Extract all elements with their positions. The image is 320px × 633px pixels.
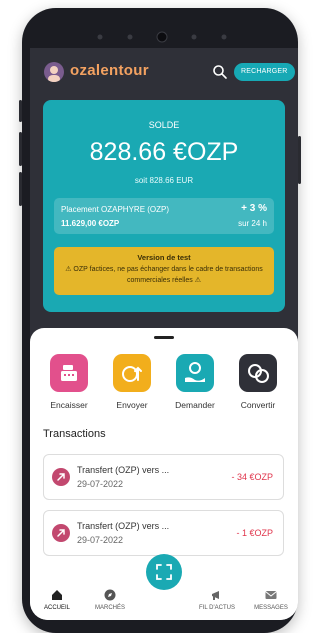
transaction-row[interactable]: Transfert (OZP) vers ... 29-07-2022 - 34… bbox=[43, 454, 284, 500]
nav-label: FIL D'ACTUS bbox=[199, 605, 235, 611]
power-button bbox=[298, 136, 301, 184]
transfer-icon bbox=[52, 468, 70, 486]
transaction-date: 29-07-2022 bbox=[77, 479, 124, 489]
balance-value: 828.66 €OZP bbox=[89, 138, 239, 166]
placement-rate: + 3 % bbox=[241, 203, 267, 214]
nav-messages[interactable]: MESSAGES bbox=[244, 588, 298, 611]
volume-button bbox=[19, 172, 22, 206]
transaction-row[interactable]: Transfert (OZP) vers ... 29-07-2022 - 1 … bbox=[43, 510, 284, 556]
convert-icon bbox=[239, 354, 277, 392]
quick-actions: Encaisser Envoyer Demander Convertir bbox=[30, 354, 298, 414]
convertir-label: Convertir bbox=[240, 400, 276, 410]
placement-amount: 11.629,00 €OZP bbox=[61, 219, 120, 228]
recharge-button[interactable]: RECHARGER bbox=[234, 63, 295, 81]
balance-eur-equivalent: soit 828.66 EUR bbox=[134, 176, 194, 185]
qr-scan-icon bbox=[156, 564, 172, 580]
transaction-amount: - 1 €OZP bbox=[236, 528, 273, 538]
cash-register-icon bbox=[50, 354, 88, 392]
transactions-title: Transactions bbox=[43, 428, 106, 440]
balance-label: SOLDE bbox=[148, 120, 180, 130]
envoyer-button[interactable]: Envoyer bbox=[102, 354, 162, 414]
nav-label: ACCUEIL bbox=[43, 605, 70, 611]
avatar[interactable] bbox=[44, 62, 64, 82]
home-icon bbox=[52, 590, 62, 600]
nav-label: MARCHÉS bbox=[94, 605, 125, 611]
warning-text: ⚠ OZP factices, ne pas échanger dans le … bbox=[65, 266, 263, 284]
send-coin-icon bbox=[113, 354, 151, 392]
demander-button[interactable]: Demander bbox=[165, 354, 225, 414]
encaisser-button[interactable]: Encaisser bbox=[39, 354, 99, 414]
transaction-name: Transfert (OZP) vers ... bbox=[77, 465, 170, 475]
volume-button bbox=[19, 132, 22, 166]
search-icon[interactable] bbox=[212, 64, 228, 80]
convertir-button[interactable]: Convertir bbox=[228, 354, 288, 414]
balance-card: SOLDE 828.66 €OZP soit 828.66 EUR Placem… bbox=[43, 100, 285, 312]
nav-accueil[interactable]: ACCUEIL bbox=[30, 588, 84, 611]
app-logo: ozalentour bbox=[70, 62, 149, 79]
nav-fil-actus[interactable]: FIL D'ACTUS bbox=[190, 588, 244, 611]
test-version-warning: Version de test ⚠ OZP factices, ne pas é… bbox=[54, 247, 274, 295]
megaphone-icon bbox=[212, 591, 219, 600]
transaction-name: Transfert (OZP) vers ... bbox=[77, 521, 170, 531]
placement-period: sur 24 h bbox=[238, 219, 267, 228]
compass-icon bbox=[104, 589, 116, 601]
placement-card[interactable]: Placement OZAPHYRE (OZP) 11.629,00 €OZP … bbox=[54, 198, 274, 234]
nav-label: MESSAGES bbox=[254, 605, 288, 611]
camera-strip bbox=[97, 31, 227, 43]
user-icon bbox=[48, 66, 60, 82]
warning-title: Version de test bbox=[137, 253, 191, 262]
envoyer-label: Envoyer bbox=[116, 400, 148, 410]
encaisser-label: Encaisser bbox=[50, 400, 88, 410]
mail-icon bbox=[265, 591, 277, 599]
transaction-date: 29-07-2022 bbox=[77, 535, 124, 545]
placement-name: Placement OZAPHYRE (OZP) bbox=[61, 205, 170, 214]
nav-marches[interactable]: MARCHÉS bbox=[83, 588, 137, 611]
scan-button[interactable] bbox=[146, 554, 182, 590]
request-icon bbox=[176, 354, 214, 392]
transfer-icon bbox=[52, 524, 70, 542]
app-screen: ozalentour RECHARGER SOLDE 828.66 €OZP s… bbox=[30, 48, 298, 620]
top-bar: ozalentour RECHARGER bbox=[30, 48, 298, 96]
transaction-amount: - 34 €OZP bbox=[231, 472, 273, 482]
demander-label: Demander bbox=[175, 400, 215, 410]
sheet-handle[interactable] bbox=[154, 336, 174, 339]
volume-button bbox=[19, 100, 22, 122]
